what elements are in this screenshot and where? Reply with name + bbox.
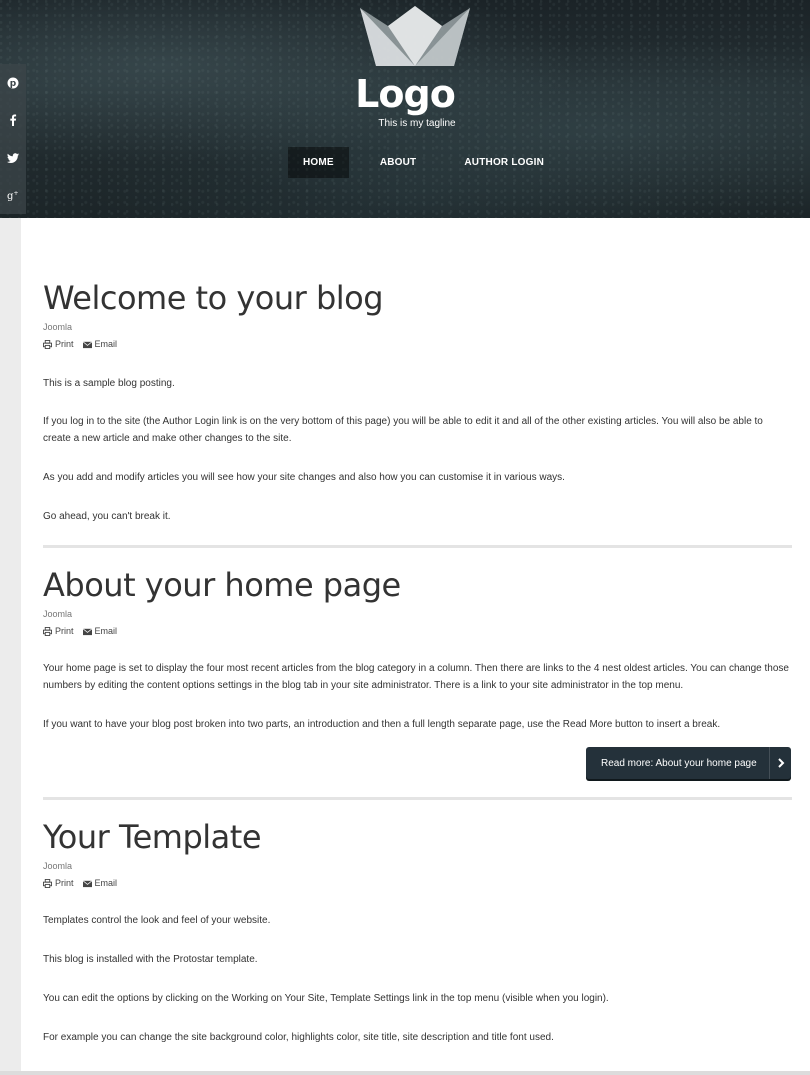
blog-article: Your Template Joomla Print Email Templat… bbox=[43, 818, 791, 1043]
article-paragraph: Go ahead, you can't break it. bbox=[43, 511, 171, 522]
site-tagline: This is my tagline bbox=[378, 118, 456, 129]
email-label: Email bbox=[94, 339, 118, 349]
twitter-icon[interactable] bbox=[0, 139, 26, 177]
print-icon bbox=[43, 626, 52, 636]
chevron-right-icon bbox=[769, 747, 791, 779]
print-label: Print bbox=[55, 878, 74, 888]
article-paragraph: As you add and modify articles you will … bbox=[43, 472, 565, 483]
google-plus-icon[interactable]: g + bbox=[0, 177, 26, 215]
nav-about[interactable]: ABOUT bbox=[365, 147, 432, 178]
main-content: Welcome to your blog Joomla Print Email … bbox=[21, 218, 810, 1071]
read-more-label: Read more: About your home page bbox=[601, 757, 757, 769]
article-paragraph: For example you can change the site back… bbox=[43, 1032, 554, 1043]
print-link[interactable]: Print bbox=[43, 626, 74, 636]
article-tools: Print Email bbox=[43, 877, 791, 889]
article-title[interactable]: Welcome to your blog bbox=[43, 279, 791, 317]
email-link[interactable]: Email bbox=[82, 878, 118, 888]
article-author: Joomla bbox=[43, 861, 73, 871]
article-paragraph: This is a sample blog posting. bbox=[43, 378, 175, 389]
email-link[interactable]: Email bbox=[82, 626, 118, 636]
article-paragraph: You can edit the options by clicking on … bbox=[43, 993, 609, 1004]
article-divider bbox=[43, 797, 792, 800]
svg-text:p: p bbox=[10, 79, 17, 89]
article-title[interactable]: About your home page bbox=[43, 566, 791, 604]
email-label: Email bbox=[94, 626, 118, 636]
site-header: Logo This is my tagline HOME ABOUT AUTHO… bbox=[0, 0, 810, 218]
facebook-icon[interactable] bbox=[0, 102, 26, 140]
social-sidebar: p g + bbox=[0, 64, 26, 214]
print-label: Print bbox=[55, 626, 74, 636]
article-divider bbox=[43, 545, 792, 548]
pinterest-icon[interactable]: p bbox=[0, 64, 26, 102]
article-paragraph: If you log in to the site (the Author Lo… bbox=[43, 416, 763, 444]
email-icon bbox=[82, 628, 92, 635]
svg-text:+: + bbox=[14, 190, 19, 197]
email-icon bbox=[82, 880, 92, 887]
site-logo[interactable]: Logo bbox=[0, 72, 810, 116]
article-paragraph: Your home page is set to display the fou… bbox=[43, 663, 789, 691]
print-link[interactable]: Print bbox=[43, 878, 74, 888]
nav-author-login[interactable]: AUTHOR LOGIN bbox=[449, 147, 559, 178]
article-paragraph: If you want to have your blog post broke… bbox=[43, 719, 721, 730]
email-label: Email bbox=[94, 878, 118, 888]
print-link[interactable]: Print bbox=[43, 339, 74, 349]
nav-home[interactable]: HOME bbox=[288, 147, 349, 178]
print-icon bbox=[43, 339, 52, 349]
read-more-button[interactable]: Read more: About your home page bbox=[586, 747, 791, 779]
email-icon bbox=[82, 341, 92, 348]
article-title[interactable]: Your Template bbox=[43, 818, 791, 856]
page-bottom-edge bbox=[0, 1071, 810, 1075]
print-label: Print bbox=[55, 339, 74, 349]
article-tools: Print Email bbox=[43, 338, 791, 350]
email-link[interactable]: Email bbox=[82, 339, 118, 349]
article-paragraph: Templates control the look and feel of y… bbox=[43, 915, 271, 926]
logo-crown-icon bbox=[360, 6, 470, 66]
article-author: Joomla bbox=[43, 609, 73, 619]
print-icon bbox=[43, 878, 52, 888]
blog-article: About your home page Joomla Print Email … bbox=[43, 566, 791, 730]
article-author: Joomla bbox=[43, 322, 73, 332]
blog-article: Welcome to your blog Joomla Print Email … bbox=[43, 279, 791, 522]
article-paragraph: This blog is installed with the Protosta… bbox=[43, 954, 258, 965]
article-tools: Print Email bbox=[43, 625, 791, 637]
main-nav: HOME ABOUT AUTHOR LOGIN bbox=[288, 147, 559, 178]
